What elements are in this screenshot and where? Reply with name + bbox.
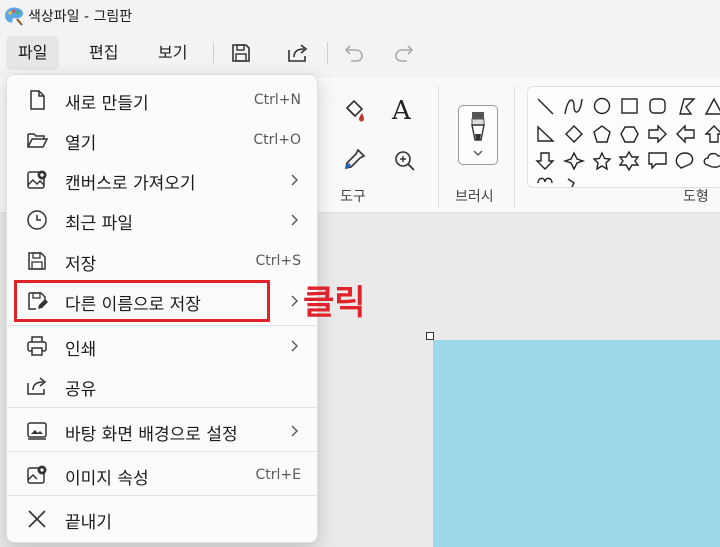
menu-bar: 파일 편집 보기 bbox=[0, 32, 720, 74]
cloud-callout-shape-icon[interactable] bbox=[703, 152, 720, 168]
right-arrow-shape-icon[interactable] bbox=[648, 124, 667, 144]
chevron-down-icon bbox=[473, 150, 483, 156]
brush-icon bbox=[471, 112, 485, 141]
menu-item-open[interactable]: 열기 Ctrl+O bbox=[11, 120, 313, 160]
six-point-star-shape-icon[interactable] bbox=[618, 150, 640, 172]
menu-item-label: 열기 bbox=[65, 134, 97, 154]
rectangular-callout-shape-icon[interactable] bbox=[648, 152, 667, 170]
heart-shape-icon[interactable] bbox=[537, 177, 553, 184]
fill-bucket-icon[interactable] bbox=[340, 96, 368, 124]
redo-icon[interactable] bbox=[391, 40, 417, 66]
left-arrow-shape-icon[interactable] bbox=[676, 124, 695, 144]
polygon-shape-icon[interactable] bbox=[679, 98, 696, 115]
import-image-icon bbox=[27, 170, 47, 189]
menu-item-label: 캔버스로 가져오기 bbox=[65, 174, 196, 194]
save-as-highlight-box bbox=[14, 280, 270, 322]
printer-icon bbox=[27, 336, 47, 356]
rectangle-shape-icon[interactable] bbox=[621, 98, 638, 114]
new-file-icon bbox=[30, 90, 45, 110]
window-title: 색상파일 - 그림판 bbox=[28, 9, 133, 25]
menu-edit[interactable]: 편집 bbox=[77, 36, 130, 70]
brush-selector[interactable] bbox=[458, 105, 498, 165]
menu-item-label: 공유 bbox=[65, 380, 97, 400]
menu-item-set-desktop-background[interactable]: 바탕 화면 배경으로 설정 bbox=[11, 411, 313, 451]
magnifier-icon[interactable] bbox=[392, 148, 418, 174]
save-icon bbox=[28, 252, 46, 270]
undo-icon[interactable] bbox=[341, 40, 367, 66]
triangle-shape-icon[interactable] bbox=[704, 97, 720, 115]
shortcut-text: Ctrl+O bbox=[253, 132, 301, 148]
rounded-rectangle-shape-icon[interactable] bbox=[649, 98, 666, 114]
menu-divider bbox=[8, 407, 316, 408]
menu-view[interactable]: 보기 bbox=[146, 36, 199, 70]
menu-divider bbox=[327, 42, 328, 64]
menu-item-new[interactable]: 새로 만들기 Ctrl+N bbox=[11, 80, 313, 120]
menu-divider bbox=[213, 42, 214, 64]
tools-group-label: 도구 bbox=[340, 189, 366, 205]
shapes-grid bbox=[535, 97, 720, 187]
menu-item-recent-files[interactable]: 최근 파일 bbox=[11, 200, 313, 240]
shortcut-text: Ctrl+E bbox=[255, 467, 302, 483]
hexagon-shape-icon[interactable] bbox=[620, 126, 639, 143]
brushes-group-label: 브러시 bbox=[455, 189, 494, 205]
canvas-resize-handle[interactable] bbox=[426, 332, 434, 340]
line-shape-icon[interactable] bbox=[537, 98, 554, 115]
chevron-right-icon bbox=[291, 425, 298, 437]
shapes-gallery bbox=[527, 86, 720, 188]
click-annotation: 클릭 bbox=[303, 283, 366, 323]
four-point-star-shape-icon[interactable] bbox=[562, 151, 586, 171]
shortcut-text: Ctrl+S bbox=[255, 253, 301, 269]
share-icon bbox=[27, 377, 47, 395]
curve-shape-icon[interactable] bbox=[564, 98, 583, 115]
image-properties-icon bbox=[27, 465, 47, 484]
menu-item-label: 바탕 화면 배경으로 설정 bbox=[65, 425, 238, 445]
share-icon[interactable] bbox=[285, 40, 311, 66]
shapes-group-label: 도형 bbox=[683, 189, 709, 205]
menu-item-image-properties[interactable]: 이미지 속성 Ctrl+E bbox=[11, 455, 313, 495]
down-arrow-shape-icon[interactable] bbox=[535, 152, 555, 170]
menu-item-label: 이미지 속성 bbox=[65, 469, 149, 489]
menu-item-exit[interactable]: 끝내기 bbox=[11, 499, 313, 539]
oval-callout-shape-icon[interactable] bbox=[675, 152, 694, 169]
menu-divider bbox=[8, 451, 316, 452]
desktop-background-icon bbox=[27, 422, 47, 440]
menu-item-label: 새로 만들기 bbox=[65, 94, 149, 114]
menu-item-label: 끝내기 bbox=[65, 513, 112, 533]
menu-file[interactable]: 파일 bbox=[6, 36, 60, 70]
menu-item-label: 인쇄 bbox=[65, 340, 97, 360]
text-tool-icon[interactable]: A bbox=[392, 96, 420, 126]
folder-open-icon bbox=[27, 133, 49, 148]
clock-icon bbox=[27, 210, 47, 230]
ribbon-divider bbox=[438, 86, 439, 208]
menu-item-save[interactable]: 저장 Ctrl+S bbox=[11, 241, 313, 281]
chevron-right-icon bbox=[291, 295, 298, 307]
menu-divider bbox=[8, 495, 316, 496]
menu-item-share[interactable]: 공유 bbox=[11, 366, 313, 406]
close-icon bbox=[28, 510, 46, 528]
diamond-shape-icon[interactable] bbox=[565, 125, 583, 143]
menu-item-label: 저장 bbox=[65, 255, 97, 275]
up-arrow-shape-icon[interactable] bbox=[704, 125, 720, 143]
chevron-right-icon bbox=[291, 214, 298, 226]
shortcut-text: Ctrl+N bbox=[253, 92, 301, 108]
menu-item-import-to-canvas[interactable]: 캔버스로 가져오기 bbox=[11, 160, 313, 200]
menu-item-label: 최근 파일 bbox=[65, 214, 133, 234]
title-bar: 색상파일 - 그림판 bbox=[0, 0, 720, 32]
save-icon[interactable] bbox=[228, 40, 254, 66]
pentagon-shape-icon[interactable] bbox=[593, 125, 611, 143]
color-picker-icon[interactable] bbox=[340, 146, 368, 174]
paint-palette-icon bbox=[5, 7, 23, 26]
ribbon-divider bbox=[514, 86, 515, 208]
five-point-star-shape-icon[interactable] bbox=[592, 151, 612, 171]
lightning-shape-icon[interactable] bbox=[567, 178, 575, 187]
drawing-canvas[interactable] bbox=[433, 340, 720, 547]
chevron-right-icon bbox=[291, 174, 298, 186]
right-triangle-shape-icon[interactable] bbox=[537, 125, 555, 142]
chevron-right-icon bbox=[291, 340, 298, 352]
menu-item-print[interactable]: 인쇄 bbox=[11, 326, 313, 366]
oval-shape-icon[interactable] bbox=[593, 97, 611, 115]
